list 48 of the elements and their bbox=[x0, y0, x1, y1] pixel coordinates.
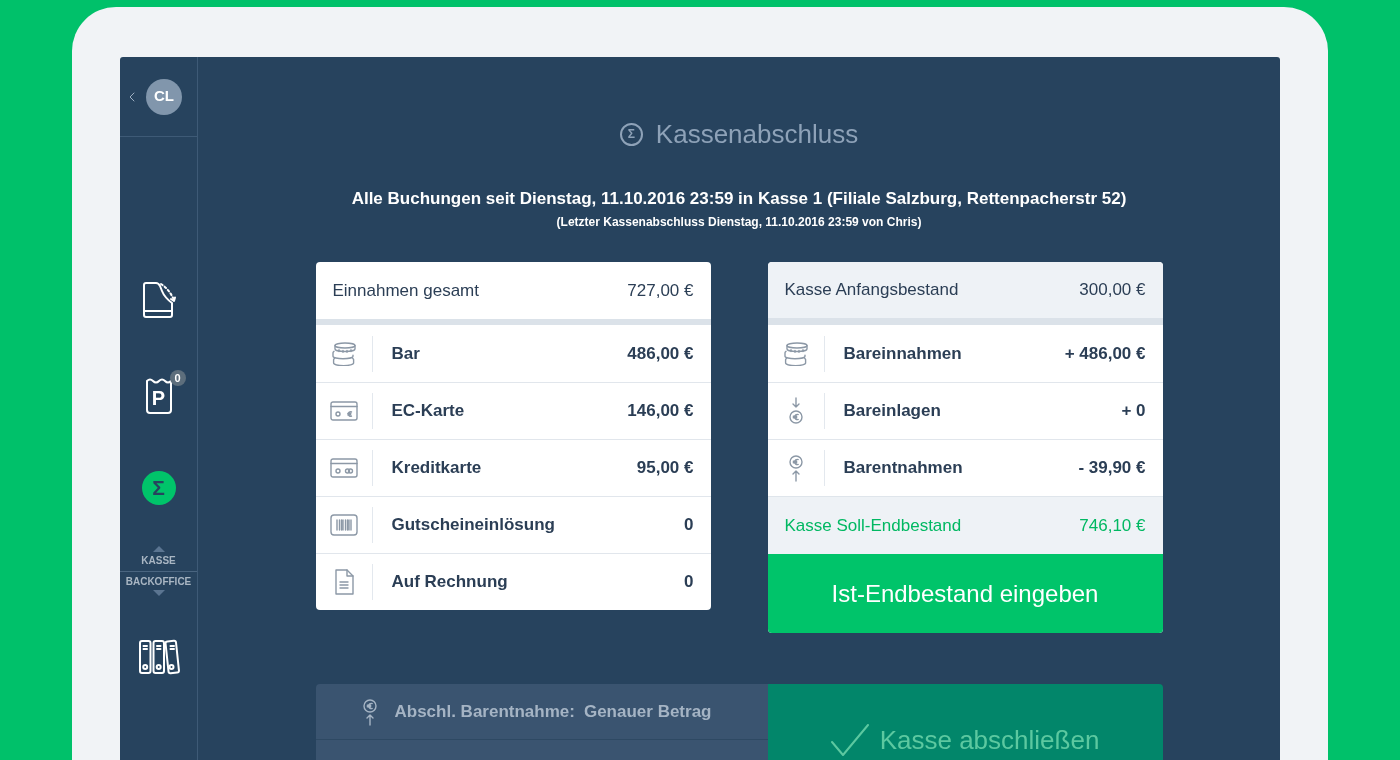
row-value: 0 bbox=[684, 514, 694, 537]
row-value: 146,00 € bbox=[627, 400, 694, 423]
section-label[interactable]: BACKOFFICE bbox=[125, 576, 192, 587]
row-label: Gutscheineinlösung bbox=[391, 514, 555, 537]
option-label: Abschl. Barentnahme: bbox=[394, 700, 575, 723]
row-label: EC-Karte bbox=[391, 400, 465, 423]
document-icon bbox=[333, 569, 354, 595]
last-closing-note: (Letzter Kassenabschluss Dienstag, 11.10.2016 23:59 von Chris) bbox=[556, 215, 922, 230]
target-balance-label: Kasse Soll-Endbestand bbox=[784, 514, 962, 537]
coin-arrow-up-icon bbox=[361, 697, 378, 726]
opening-balance-value: 300,00 € bbox=[1079, 279, 1146, 302]
amount-option-button[interactable]: Genauer Betrag bbox=[583, 698, 712, 725]
sigma-icon: Σ bbox=[619, 122, 643, 146]
row-label: Auf Rechnung bbox=[391, 571, 508, 594]
row-label: Bareinnahmen bbox=[843, 342, 962, 365]
check-icon bbox=[830, 724, 869, 756]
income-total-label: Einnahmen gesamt bbox=[332, 279, 479, 302]
coins-icon bbox=[329, 341, 358, 366]
row-label: Bareinlagen bbox=[843, 400, 941, 423]
row-value: 95,00 € bbox=[636, 457, 694, 480]
sigma-icon[interactable]: Σ bbox=[141, 471, 176, 505]
target-balance-value: 746,10 € bbox=[1079, 514, 1146, 537]
row-value: - 39,90 € bbox=[1078, 457, 1146, 480]
user-avatar[interactable]: CL bbox=[146, 78, 182, 115]
row-label: Kreditkarte bbox=[391, 457, 482, 480]
enter-balance-button[interactable]: Ist-Endbestand eingeben bbox=[767, 554, 1163, 633]
receipt-icon[interactable] bbox=[140, 281, 177, 319]
coin-arrow-up-icon bbox=[787, 454, 804, 482]
credit-card-icon bbox=[329, 458, 358, 478]
barcode-card-icon bbox=[329, 514, 358, 536]
caret-down-icon bbox=[152, 590, 165, 596]
row-value: + 486,00 € bbox=[1064, 342, 1146, 365]
bookings-summary: Alle Buchungen seit Dienstag, 11.10.2016 23:59 in Kasse 1 (Filiale Salzburg, Rettenpacherstr 52) bbox=[351, 189, 1127, 209]
row-value: + 0 bbox=[1121, 400, 1146, 423]
row-label: Barentnahmen bbox=[843, 457, 963, 480]
coin-arrow-down-icon bbox=[787, 397, 804, 425]
binders-icon[interactable] bbox=[137, 639, 180, 675]
caret-up-icon bbox=[152, 546, 165, 552]
page-title: Kassenabschluss bbox=[655, 120, 859, 148]
row-value: 0 bbox=[684, 571, 694, 594]
count-badge: 0 bbox=[169, 370, 186, 386]
row-value: 486,00 € bbox=[627, 342, 694, 365]
coins-icon bbox=[781, 341, 810, 366]
row-label: Bar bbox=[391, 342, 420, 365]
section-label[interactable]: KASSE bbox=[141, 555, 176, 566]
bank-card-icon bbox=[329, 401, 358, 421]
income-total-value: 727,00 € bbox=[627, 279, 694, 302]
opening-balance-label: Kasse Anfangsbestand bbox=[784, 279, 959, 302]
